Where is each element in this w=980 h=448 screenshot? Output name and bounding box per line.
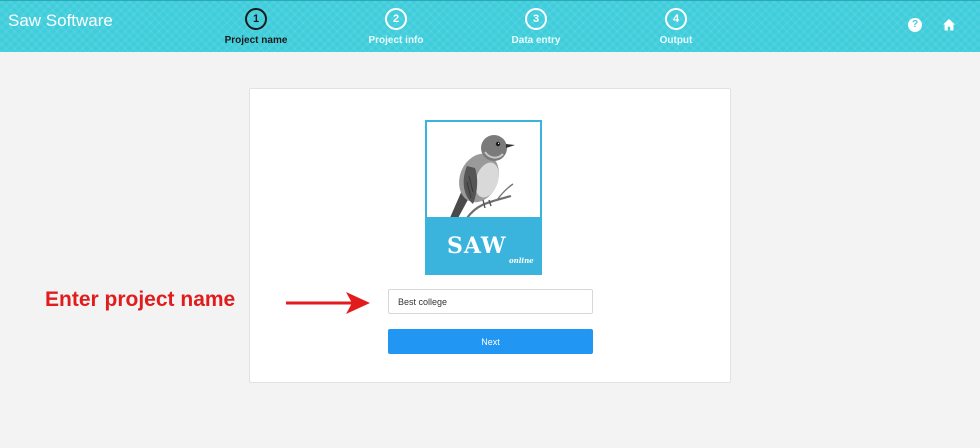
step-label: Data entry	[511, 35, 561, 46]
annotation-label: Enter project name	[45, 288, 236, 311]
step-data-entry[interactable]: 3 Data entry	[486, 8, 586, 46]
step-number: 1	[245, 8, 267, 30]
step-label: Project name	[224, 35, 288, 46]
step-label: Project info	[368, 35, 424, 46]
step-project-info[interactable]: 2 Project info	[346, 8, 446, 46]
next-button[interactable]: Next	[388, 329, 593, 354]
step-number: 4	[665, 8, 687, 30]
help-icon[interactable]: ?	[908, 18, 922, 32]
saw-logo: SAW online	[425, 120, 542, 275]
project-name-card: SAW online Next	[249, 88, 731, 383]
app-title: Saw Software	[8, 11, 113, 30]
logo-text: SAW	[447, 233, 507, 259]
bird-illustration	[449, 135, 515, 220]
annotation-arrow	[286, 292, 370, 314]
step-output[interactable]: 4 Output	[626, 8, 726, 46]
project-name-input[interactable]	[388, 289, 593, 314]
step-number: 3	[525, 8, 547, 30]
logo-subtext: online	[509, 256, 534, 265]
home-icon[interactable]	[942, 18, 956, 32]
step-project-name[interactable]: 1 Project name	[206, 8, 306, 46]
top-navigation-bar: Saw Software 1 Project name 2 Project in…	[0, 0, 980, 52]
step-number: 2	[385, 8, 407, 30]
step-label: Output	[659, 35, 693, 46]
